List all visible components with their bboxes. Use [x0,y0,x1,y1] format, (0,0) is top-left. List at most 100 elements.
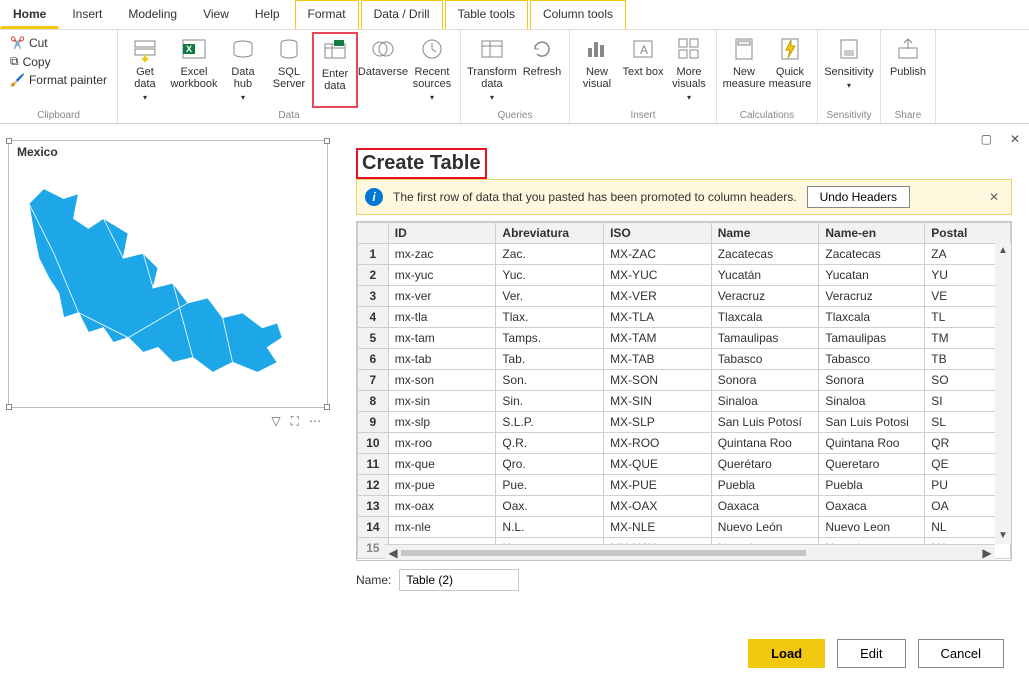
table-row[interactable]: 1mx-zacZac.MX-ZACZacatecasZacatecasZA [358,244,1011,265]
more-visuals-button[interactable]: More visuals▾ [666,32,712,108]
group-calculations: New measure Quick measure Calculations [717,30,818,123]
scroll-down-icon[interactable]: ▼ [998,528,1008,544]
group-insert: New visual AText box More visuals▾ Inser… [570,30,717,123]
resize-handle[interactable] [324,138,330,144]
create-table-dialog: ▢ ✕ Create Table i The first row of data… [340,128,1028,684]
publish-button[interactable]: Publish [885,32,931,108]
resize-handle[interactable] [324,404,330,410]
tab-home[interactable]: Home [0,0,59,29]
scroll-right-icon[interactable]: ▶ [979,546,995,560]
excel-workbook-button[interactable]: XExcel workbook [168,32,220,108]
sql-server-button[interactable]: SQL Server [266,32,312,108]
column-header[interactable]: Postal [925,223,1011,244]
refresh-button[interactable]: Refresh [519,32,565,108]
publish-icon [895,36,921,62]
more-icon[interactable]: ⋯ [309,414,321,429]
map-visual[interactable]: Mexico ▽ ⛶ ⋯ [8,140,328,408]
text-box-icon: A [630,36,656,62]
format-painter-button[interactable]: 🖌️Format painter [10,73,107,87]
enter-data-button[interactable]: Enter data [312,32,358,108]
table-row[interactable]: 14mx-nleN.L.MX-NLENuevo LeónNuevo LeonNL [358,517,1011,538]
sensitivity-icon [836,36,862,62]
visual-title: Mexico [9,141,327,163]
svg-text:X: X [186,44,192,54]
column-header[interactable]: Abreviatura [496,223,604,244]
group-share: Publish Share [881,30,936,123]
copy-icon: ⧉ [10,54,19,69]
group-label-queries: Queries [465,108,565,123]
recent-sources-button[interactable]: Recent sources▾ [408,32,456,108]
tab-column-tools[interactable]: Column tools [530,0,626,29]
mexico-map-icon [9,163,327,393]
name-label: Name: [356,573,391,587]
table-name-input[interactable] [399,569,519,591]
table-row[interactable]: 7mx-sonSon.MX-SONSonoraSonoraSO [358,370,1011,391]
group-label-share: Share [885,108,931,123]
get-data-button[interactable]: Get data▾ [122,32,168,108]
quick-measure-button[interactable]: Quick measure [767,32,813,108]
data-grid[interactable]: IDAbreviaturaISONameName-enPostal 1mx-za… [356,221,1012,561]
sensitivity-button[interactable]: Sensitivity▾ [822,32,876,108]
column-header[interactable]: ISO [604,223,712,244]
transform-icon [479,36,505,62]
info-close-icon[interactable]: ✕ [985,190,1003,204]
load-button[interactable]: Load [748,639,825,668]
table-row[interactable]: 11mx-queQro.MX-QUEQuerétaroQueretaroQE [358,454,1011,475]
group-sensitivity: Sensitivity▾ Sensitivity [818,30,881,123]
table-row[interactable]: 5mx-tamTamps.MX-TAMTamaulipasTamaulipasT… [358,328,1011,349]
group-label-data: Data [122,108,456,123]
dataverse-button[interactable]: Dataverse [358,32,408,108]
group-label-clipboard: Clipboard [4,108,113,123]
focus-icon[interactable]: ⛶ [291,414,299,429]
text-box-button[interactable]: AText box [620,32,666,108]
table-row[interactable]: 6mx-tabTab.MX-TABTabascoTabascoTB [358,349,1011,370]
column-header[interactable]: ID [388,223,496,244]
column-header[interactable]: Name-en [819,223,925,244]
data-hub-button[interactable]: Data hub▾ [220,32,266,108]
brush-icon: 🖌️ [10,73,25,87]
scroll-left-icon[interactable]: ◀ [385,546,401,560]
table-row[interactable]: 4mx-tlaTlax.MX-TLATlaxcalaTlaxcalaTL [358,307,1011,328]
table-row[interactable]: 13mx-oaxOax.MX-OAXOaxacaOaxacaOA [358,496,1011,517]
chevron-down-icon: ▾ [847,80,851,92]
edit-button[interactable]: Edit [837,639,905,668]
info-bar: i The first row of data that you pasted … [356,179,1012,215]
undo-headers-button[interactable]: Undo Headers [807,186,910,208]
visual-toolbar: ▽ ⛶ ⋯ [271,414,321,429]
maximize-icon[interactable]: ▢ [981,132,992,146]
table-row[interactable]: 3mx-verVer.MX-VERVeracruzVeracruzVE [358,286,1011,307]
column-header[interactable]: Name [711,223,819,244]
group-label-insert: Insert [574,108,712,123]
recent-icon [419,36,445,62]
close-icon[interactable]: ✕ [1010,132,1020,146]
horizontal-scrollbar[interactable]: ◀ ▶ [385,544,995,560]
copy-button[interactable]: ⧉Copy [10,54,107,69]
new-measure-button[interactable]: New measure [721,32,767,108]
tab-help[interactable]: Help [242,0,293,29]
vertical-scrollbar[interactable]: ▲ ▼ [995,243,1011,544]
resize-handle[interactable] [6,138,12,144]
tab-modeling[interactable]: Modeling [115,0,190,29]
table-row[interactable]: 8mx-sinSin.MX-SINSinaloaSinaloaSI [358,391,1011,412]
transform-data-button[interactable]: Transform data▾ [465,32,519,108]
new-visual-button[interactable]: New visual [574,32,620,108]
dialog-title: Create Table [362,152,481,175]
chevron-down-icon: ▾ [490,92,494,104]
table-row[interactable]: 2mx-yucYuc.MX-YUCYucatánYucatanYU [358,265,1011,286]
quick-measure-icon [777,36,803,62]
resize-handle[interactable] [6,404,12,410]
scissors-icon: ✂️ [10,36,25,50]
scroll-up-icon[interactable]: ▲ [998,243,1008,259]
tab-table-tools[interactable]: Table tools [445,0,528,29]
table-row[interactable]: 10mx-rooQ.R.MX-ROOQuintana RooQuintana R… [358,433,1011,454]
table-row[interactable]: 12mx-puePue.MX-PUEPueblaPueblaPU [358,475,1011,496]
tab-format[interactable]: Format [295,0,359,29]
table-row[interactable]: 9mx-slpS.L.P.MX-SLPSan Luis PotosíSan Lu… [358,412,1011,433]
cancel-button[interactable]: Cancel [918,639,1004,668]
filter-icon[interactable]: ▽ [271,414,280,429]
tab-insert[interactable]: Insert [59,0,115,29]
chevron-down-icon: ▾ [143,92,147,104]
tab-data-drill[interactable]: Data / Drill [361,0,443,29]
tab-view[interactable]: View [190,0,242,29]
cut-button[interactable]: ✂️Cut [10,36,107,50]
